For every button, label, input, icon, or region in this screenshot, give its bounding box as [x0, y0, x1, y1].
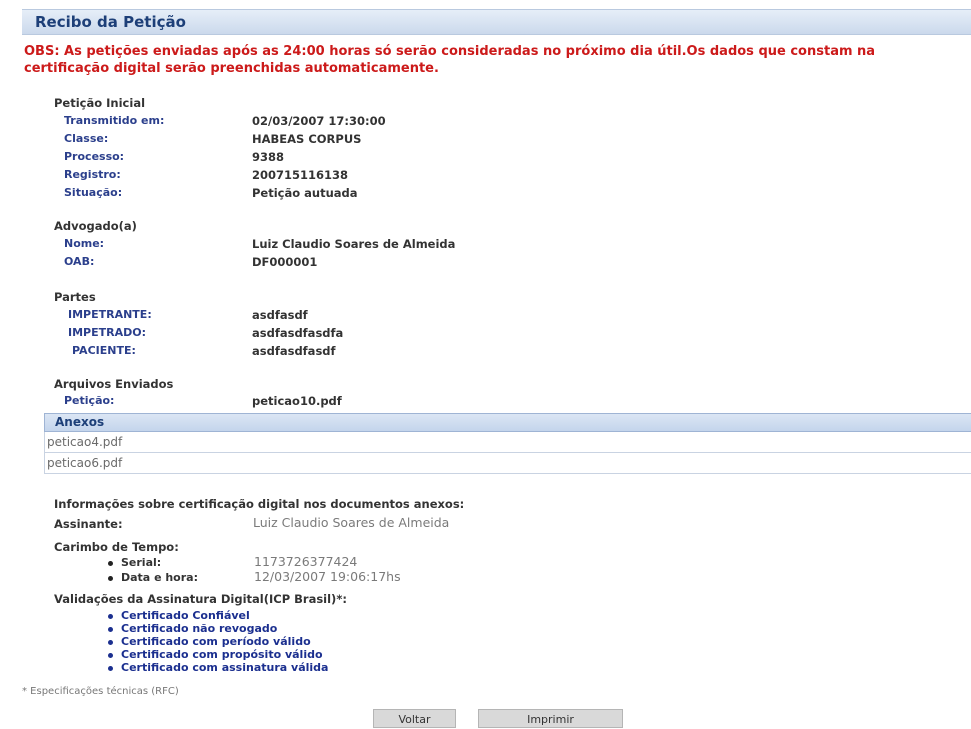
anexo-file-row[interactable]: peticao6.pdf	[44, 453, 971, 474]
nome-value: Luiz Claudio Soares de Almeida	[252, 237, 456, 251]
nome-label: Nome:	[64, 237, 105, 250]
page-header: Recibo da Petição	[22, 9, 971, 35]
voltar-button[interactable]: Voltar	[373, 709, 456, 728]
transmitido-value: 02/03/2007 17:30:00	[252, 114, 386, 128]
anexos-table: Anexos peticao4.pdf peticao6.pdf	[44, 413, 971, 477]
processo-value: 9388	[252, 150, 285, 164]
validacoes-heading: Validações da Assinatura Digital(ICP Bra…	[54, 592, 347, 606]
page-title: Recibo da Petição	[35, 13, 186, 31]
paciente-value: asdfasdfasdf	[252, 344, 336, 358]
registro-value: 200715116138	[252, 168, 349, 182]
certificacao-info-heading: Informações sobre certificação digital n…	[54, 497, 465, 511]
validacao-item[interactable]: Certificado com assinatura válida	[108, 661, 328, 674]
bullet-icon	[108, 665, 113, 671]
oab-value: DF000001	[252, 255, 318, 269]
arquivos-heading: Arquivos Enviados	[54, 377, 174, 391]
situacao-label: Situação:	[64, 186, 123, 199]
oab-label: OAB:	[64, 255, 95, 268]
registro-label: Registro:	[64, 168, 121, 181]
peticao-file-value[interactable]: peticao10.pdf	[252, 394, 342, 408]
validacao-item[interactable]: Certificado com propósito válido	[108, 648, 323, 661]
impetrado-label: IMPETRADO:	[68, 326, 146, 339]
situacao-value: Petição autuada	[252, 186, 358, 200]
bullet-icon	[108, 639, 113, 645]
validacao-item[interactable]: Certificado Confiável	[108, 609, 250, 622]
data-hora-value: 12/03/2007 19:06:17hs	[254, 569, 401, 584]
impetrado-value: asdfasdfasdfa	[252, 326, 344, 340]
anexos-header: Anexos	[44, 413, 971, 432]
bullet-icon	[108, 560, 113, 566]
advogado-heading: Advogado(a)	[54, 219, 137, 233]
bullet-icon	[108, 652, 113, 658]
rfc-note[interactable]: * Especificações técnicas (RFC)	[22, 686, 179, 697]
assinante-label: Assinante:	[54, 517, 123, 531]
bullet-icon	[108, 626, 113, 632]
bullet-icon	[108, 613, 113, 619]
partes-heading: Partes	[54, 290, 96, 304]
peticao-file-label: Petição:	[64, 394, 115, 407]
serial-value: 1173726377424	[254, 554, 358, 569]
classe-label: Classe:	[64, 132, 109, 145]
bullet-icon	[108, 575, 113, 581]
paciente-label: PACIENTE:	[72, 344, 136, 357]
processo-label: Processo:	[64, 150, 125, 163]
serial-label: Serial:	[108, 556, 161, 569]
validacao-item[interactable]: Certificado com período válido	[108, 635, 311, 648]
validacao-item[interactable]: Certificado não revogado	[108, 622, 277, 635]
impetrante-value: asdfasdf	[252, 308, 308, 322]
anexo-file-row[interactable]: peticao4.pdf	[44, 432, 971, 453]
obs-notice: OBS: As petições enviadas após as 24:00 …	[24, 44, 876, 76]
assinante-value: Luiz Claudio Soares de Almeida	[253, 515, 450, 530]
peticao-heading: Petição Inicial	[54, 96, 146, 110]
impetrante-label: IMPETRANTE:	[68, 308, 152, 321]
transmitido-label: Transmitido em:	[64, 114, 165, 127]
classe-value: HABEAS CORPUS	[252, 132, 362, 146]
data-hora-label: Data e hora:	[108, 571, 198, 584]
imprimir-button[interactable]: Imprimir	[478, 709, 623, 728]
carimbo-heading: Carimbo de Tempo:	[54, 540, 179, 554]
